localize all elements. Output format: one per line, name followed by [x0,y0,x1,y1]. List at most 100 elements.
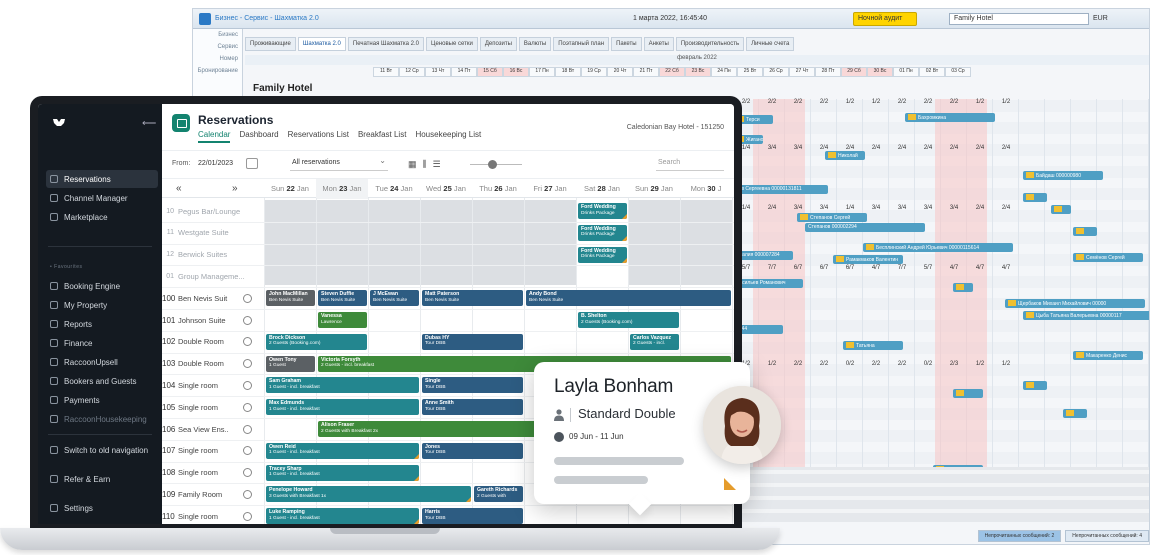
from-date-input[interactable]: 22/01/2023 [198,160,233,167]
bg-tab[interactable]: Производительность [675,37,745,51]
sidebar-item[interactable]: RaccoonHousekeeping [46,410,158,428]
tab-housekeeping-list[interactable]: Housekeeping List [415,130,481,143]
room-row-label[interactable]: 110 Single room [162,507,258,524]
room-row-label[interactable]: 105 Single room [162,398,258,416]
bg-booking-bar[interactable]: Макаренко Денис [1073,351,1143,360]
reservation-block[interactable]: John MacMillan Ben Nevis Suite [266,290,315,307]
bg-booking-bar[interactable]: ввв Сергеевна 00000131811 [733,185,828,194]
bg-breadcrumb[interactable]: Бизнес - Сервис - Шахматка 2.0 [215,15,319,22]
bg-tab[interactable]: Депозиты [479,37,517,51]
bg-hotel-select[interactable]: Family Hotel [949,13,1089,25]
bg-side-item[interactable]: Бизнес [193,29,242,41]
bg-side-item[interactable]: Бронирование [193,65,242,77]
bg-booking-bar[interactable]: Аналия 000007284 [733,251,793,260]
room-row-label[interactable]: 12 Berwick Suites [162,246,258,264]
date-picker-icon[interactable] [246,158,258,169]
bg-booking-bar[interactable]: Степанов Сергей [797,213,867,222]
bg-night-audit-button[interactable]: Ночной аудит [853,12,917,26]
bg-booking-bar[interactable]: Цыба Татьяна Валерьевна 00000117 [1023,311,1149,320]
bg-booking-bar[interactable] [1023,193,1047,202]
bg-currency-select[interactable]: EUR [1093,15,1108,22]
room-info-icon[interactable] [243,315,252,325]
raccoon-logo-icon[interactable] [52,118,66,128]
bg-booking-bar[interactable]: Байдаш 000000980 [1023,171,1103,180]
bg-status-messages[interactable]: Непрочитанных сообщений: 2 [977,530,1062,542]
reservation-block[interactable]: Tracey Sharp 1 Guest - incl. breakfast [266,464,419,481]
reservation-block[interactable]: Anne Smith Tour DBB [422,399,523,416]
bg-tab[interactable]: Шахматка 2.0 [297,37,346,51]
bg-booking-bar[interactable] [1023,381,1047,390]
reservation-block[interactable]: Penelope Howard 3 Guests with Breakfast 1… [266,486,471,503]
bg-booking-bar[interactable] [1063,409,1087,418]
reservation-block[interactable]: Owen Reid 1 Guest - incl. breakfast [266,442,419,459]
room-row-label[interactable]: 102 Double Room [162,333,258,351]
room-info-icon[interactable] [243,511,252,521]
sidebar-item[interactable]: Booking Engine [46,277,158,295]
bg-booking-bar[interactable]: Рамакмаков Валентин [833,255,903,264]
room-row-label[interactable]: 107 Single room [162,442,258,460]
bg-booking-bar[interactable]: Щербаков Михаил Михайлович 00000 [1005,299,1145,308]
sidebar-item[interactable]: Marketplace [46,208,158,226]
bg-tab[interactable]: Печатная Шахматка 2.0 [347,37,425,51]
grid-view-icon[interactable]: ▦ [408,159,417,170]
reservation-block[interactable]: Brock Dickson 2 Guests (Booking.com) [266,333,367,350]
room-row-label[interactable]: 101 Johnson Suite [162,311,258,329]
sidebar-item[interactable]: Refer & Earn [46,470,158,488]
room-row-label[interactable]: 104 Single room [162,376,258,394]
zoom-slider-handle[interactable] [488,160,497,169]
bg-tab[interactable]: Личные счета [746,37,795,51]
reservation-block[interactable]: J McEwan Ben Nevis Suite [370,290,419,307]
bg-tab[interactable]: Анкеты [643,37,674,51]
reservation-block[interactable]: Harris Tour DBB [422,508,523,524]
tab-breakfast-list[interactable]: Breakfast List [358,130,406,143]
reservation-filter-select[interactable]: All reservations [290,156,388,171]
bg-booking-bar[interactable]: Николай [825,151,865,160]
bg-booking-bar[interactable]: Степанов 000002294 [805,223,925,232]
sidebar-item[interactable]: Payments [46,391,158,409]
room-row-label[interactable]: 109 Family Room [162,485,258,503]
bg-booking-bar[interactable] [1051,205,1071,214]
bg-booking-bar[interactable]: Бесплинский Андрей Юрьевич 00000115614 [863,243,1013,252]
reservation-block[interactable]: Single Tour DBB [422,377,523,394]
room-row-label[interactable]: 100 Ben Nevis Suit [162,289,258,307]
reservation-block[interactable]: B. Shelton 2 Guests (Booking.com) [578,312,679,328]
list-view-icon[interactable]: ☰ [433,159,441,170]
bg-booking-bar[interactable]: Татьяна [843,341,903,350]
reservation-block[interactable]: Ford Wedding Drinks Package [578,224,627,241]
room-row-label[interactable]: 11 Westgate Suite [162,224,258,242]
room-row-label[interactable]: 103 Double Room [162,355,258,373]
reservation-block[interactable]: Gareth Richards 2 Guests with [474,486,523,503]
reservation-block[interactable]: Steven Duffie Ben Nevis Suite [318,290,367,307]
room-row-label[interactable]: 106 Sea View Ens.. [162,420,258,438]
room-info-icon[interactable] [243,402,252,412]
reservation-block[interactable]: Vanessa Lawrence [318,312,367,328]
room-info-icon[interactable] [243,468,252,478]
bg-side-item[interactable]: Номер [193,53,242,65]
sidebar-item[interactable]: Settings [46,499,158,517]
bg-tab[interactable]: Валюты [518,37,552,51]
bg-booking-bar[interactable]: Бахромкина [905,113,995,122]
sidebar-item[interactable]: My Property [46,296,158,314]
sidebar-item[interactable]: Reports [46,315,158,333]
reservation-block[interactable]: Matt Paterson Ben Nevis Suite [422,290,523,307]
reservation-block[interactable]: Max Edmunds 1 Guest - incl. breakfast [266,399,419,416]
bg-booking-bar[interactable] [953,283,973,292]
reservation-block[interactable]: Jones Tour DBB [422,442,523,459]
room-info-icon[interactable] [243,359,252,369]
reservation-block[interactable]: Owen Tony 1 Guest [266,355,315,372]
bg-tab[interactable]: Ценовые сетки [426,37,478,51]
room-info-icon[interactable] [243,489,252,499]
sidebar-item[interactable]: RaccoonUpsell [46,353,158,371]
tab-dashboard[interactable]: Dashboard [239,130,278,143]
previous-week-button[interactable]: « [176,183,182,194]
bg-tab[interactable]: Пакеты [611,37,642,51]
bg-booking-bar[interactable] [953,389,983,398]
room-row-label[interactable]: 108 Single room [162,464,258,482]
collapse-sidebar-icon[interactable]: ⟵ [142,118,156,129]
sidebar-item[interactable]: Finance [46,334,158,352]
sidebar-item[interactable]: Channel Manager [46,189,158,207]
reservation-block[interactable]: Sam Graham 1 Guest - incl. breakfast [266,377,419,394]
sidebar-item[interactable]: Switch to old navigation [46,441,158,459]
bg-booking-bar[interactable]: Семёнов Сергей [1073,253,1143,262]
reservation-block[interactable]: Andy Bond Ben Nevis Suite [526,290,731,307]
